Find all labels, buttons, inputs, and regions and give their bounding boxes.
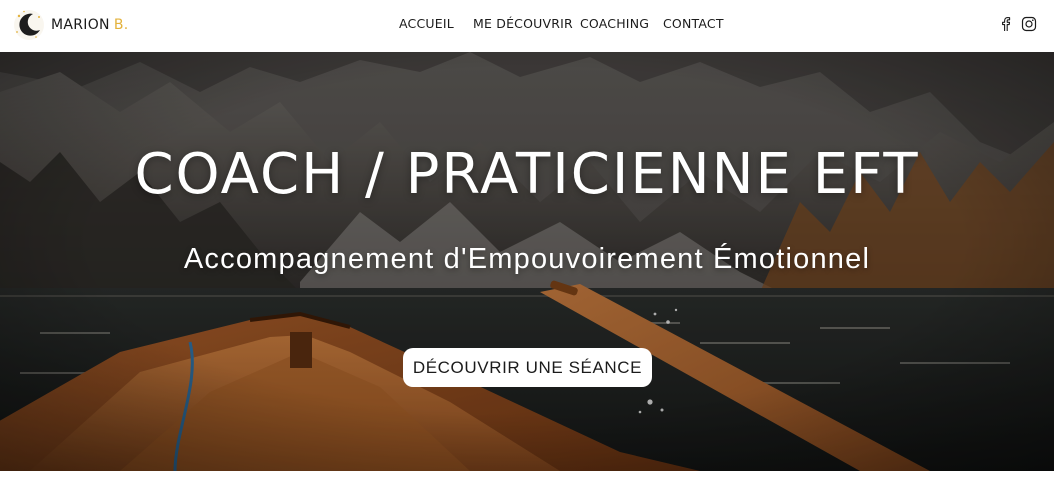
site-header: MARION B. ACCUEIL ME DÉCOUVRIR COACHING C… <box>0 0 1054 52</box>
instagram-icon[interactable] <box>1021 16 1037 32</box>
decouvrir-seance-button[interactable]: DÉCOUVRIR UNE SÉANCE <box>403 348 652 387</box>
nav-item-me-decouvrir[interactable]: ME DÉCOUVRIR <box>473 16 573 31</box>
nav-item-coaching[interactable]: COACHING <box>580 16 649 31</box>
hero-section: COACH / PRATICIENNE EFT Accompagnement d… <box>0 52 1054 471</box>
hero-subtitle: Accompagnement d'Empouvoirement Émotionn… <box>183 243 871 275</box>
main-nav: ACCUEIL ME DÉCOUVRIR COACHING CONTACT <box>0 0 1054 52</box>
page-bottom-strip <box>0 471 1054 500</box>
hero-title: COACH / PRATICIENNE EFT <box>134 142 920 207</box>
facebook-icon[interactable] <box>998 16 1014 32</box>
nav-item-accueil[interactable]: ACCUEIL <box>399 16 454 31</box>
nav-item-contact[interactable]: CONTACT <box>663 16 724 31</box>
